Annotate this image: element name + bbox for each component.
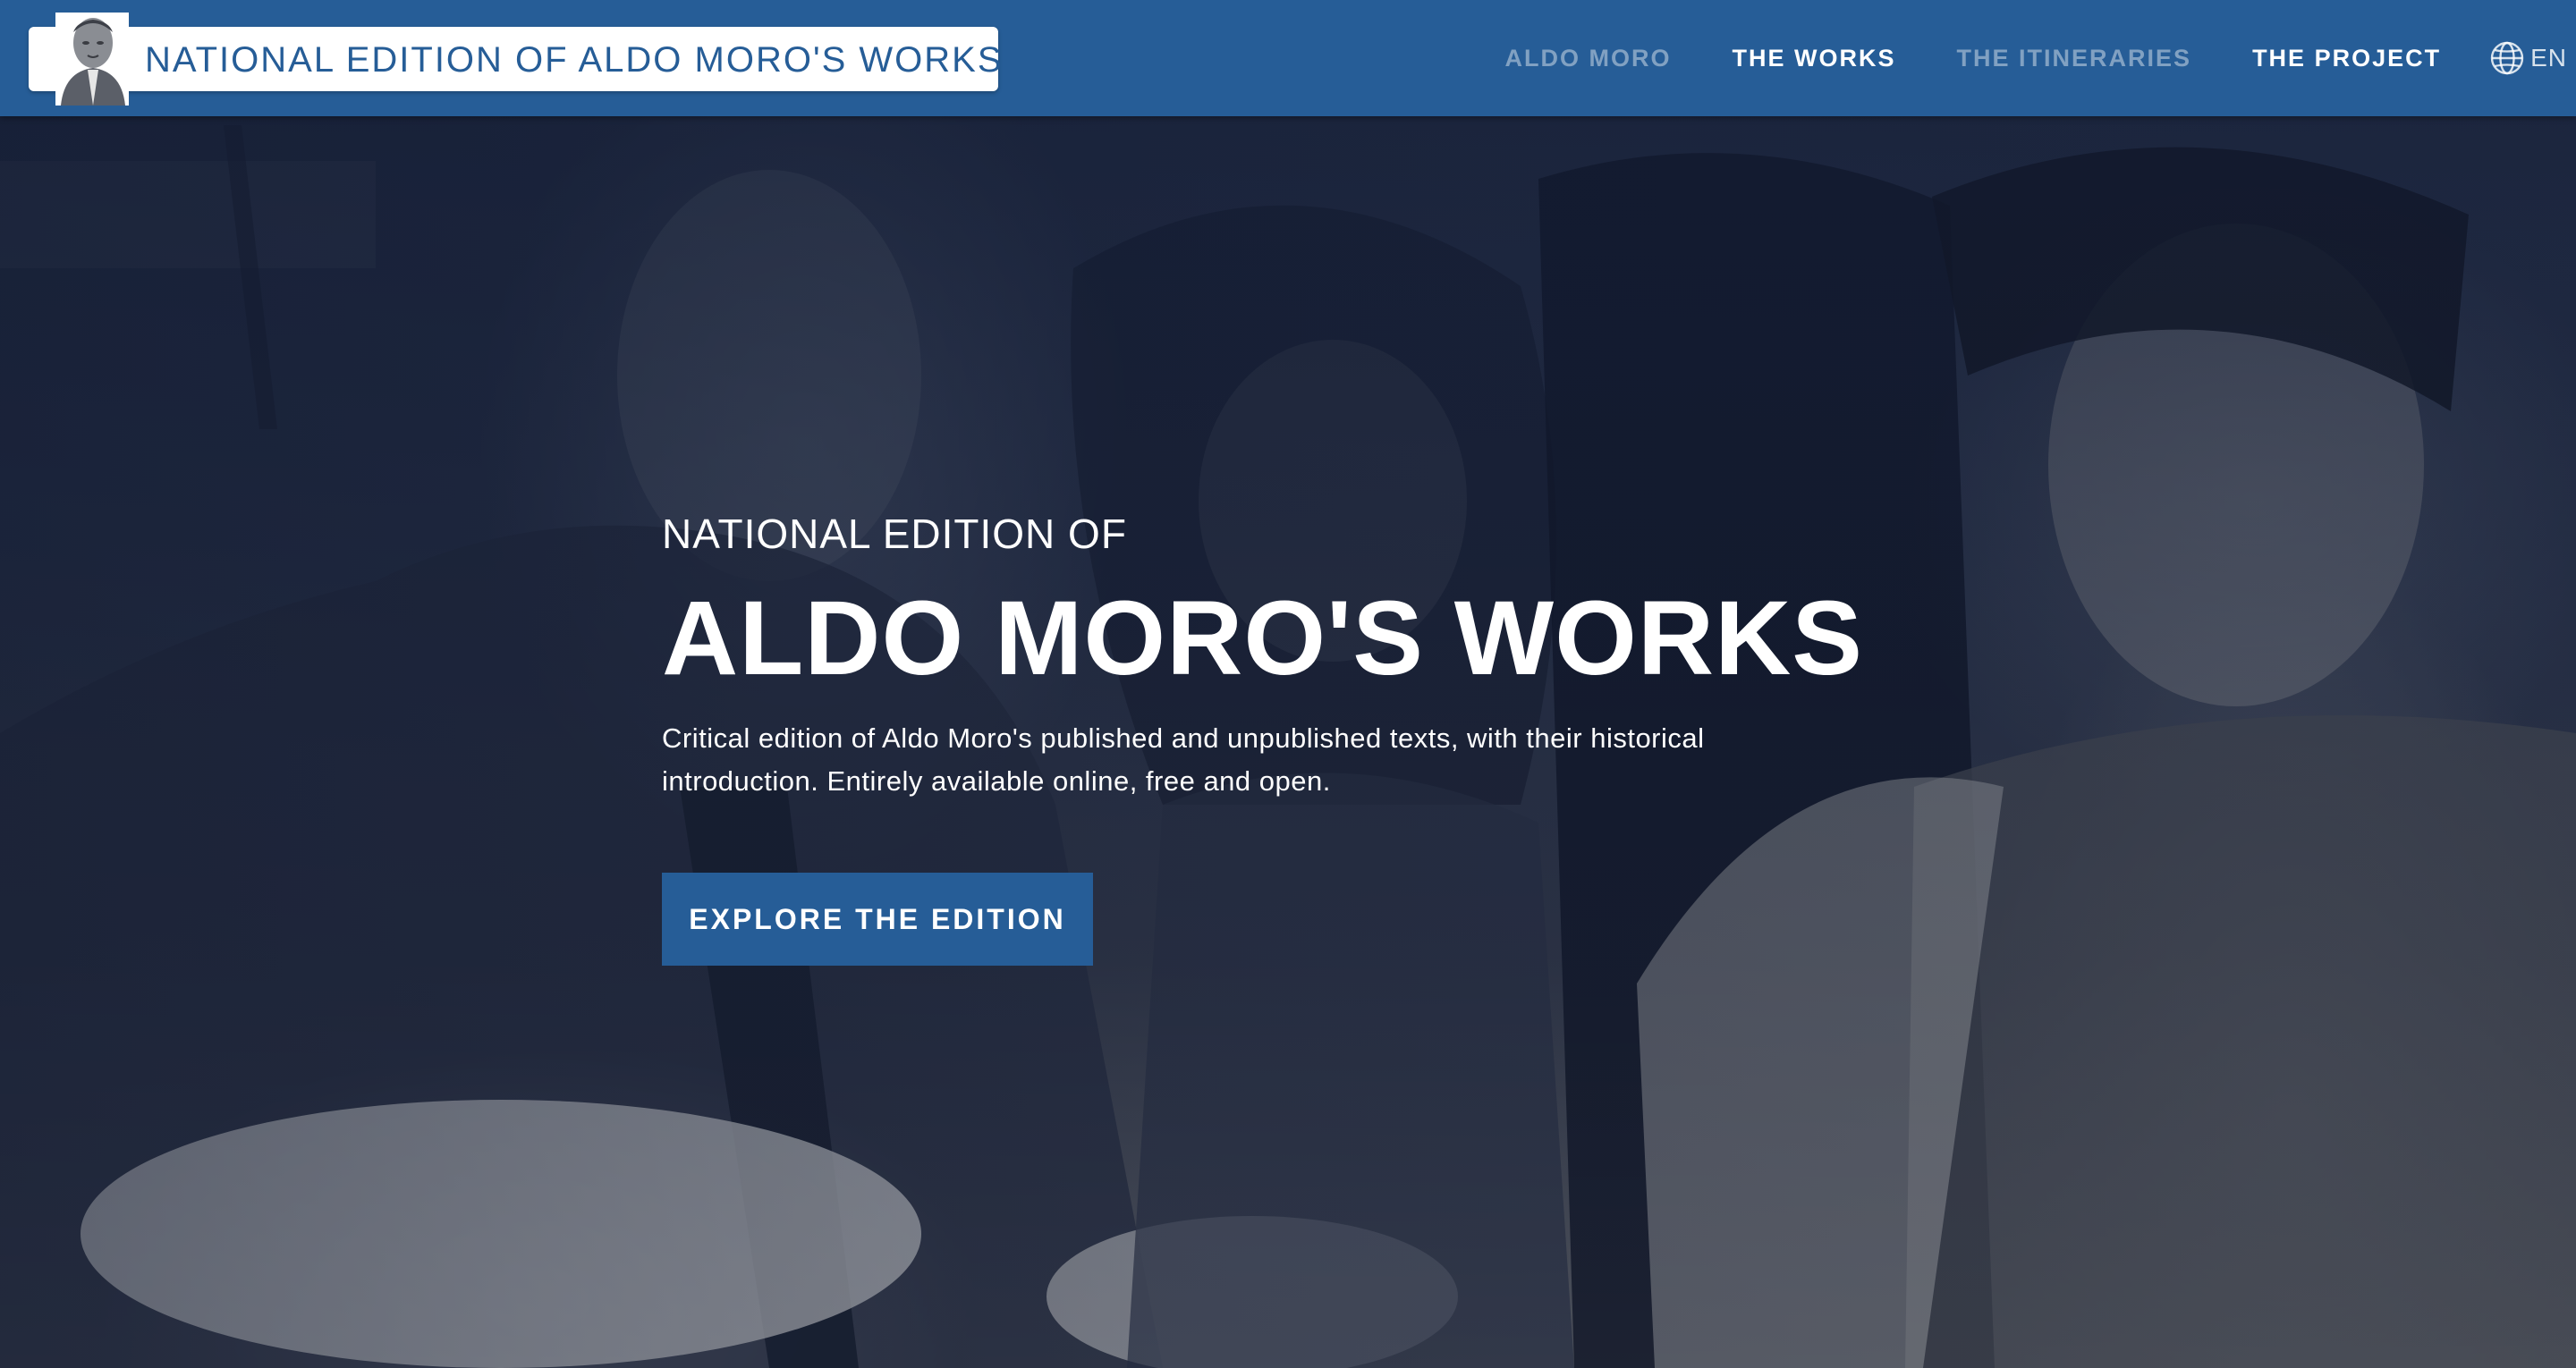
main-nav: ALDO MORO THE WORKS THE ITINERARIES THE … xyxy=(1505,0,2576,116)
hero-content: NATIONAL EDITION OF ALDO MORO'S WORKS Cr… xyxy=(662,501,1864,966)
nav-item-aldo-moro[interactable]: ALDO MORO xyxy=(1505,45,1672,72)
explore-edition-button[interactable]: EXPLORE THE EDITION xyxy=(662,873,1093,966)
site-header: NATIONAL EDITION OF ALDO MORO'S WORKS AL… xyxy=(0,0,2576,116)
hero-description: Critical edition of Aldo Moro's publishe… xyxy=(662,722,1705,797)
nav-item-the-itineraries[interactable]: THE ITINERARIES xyxy=(1957,45,2192,72)
site-logo-link[interactable]: NATIONAL EDITION OF ALDO MORO'S WORKS xyxy=(29,13,1002,106)
hero-eyebrow: NATIONAL EDITION OF xyxy=(662,511,1127,557)
nav-item-the-works[interactable]: THE WORKS xyxy=(1733,45,1896,72)
nav-item-the-project[interactable]: THE PROJECT xyxy=(2252,45,2441,72)
page: NATIONAL EDITION OF ALDO MORO'S WORKS AL… xyxy=(0,0,2576,1368)
aldo-moro-portrait-icon xyxy=(55,13,129,106)
globe-icon xyxy=(2489,40,2525,76)
language-switcher[interactable]: EN xyxy=(2489,40,2567,76)
language-label: EN xyxy=(2530,44,2567,72)
site-title: NATIONAL EDITION OF ALDO MORO'S WORKS xyxy=(145,40,1004,80)
hero-title: ALDO MORO'S WORKS xyxy=(662,579,1864,697)
